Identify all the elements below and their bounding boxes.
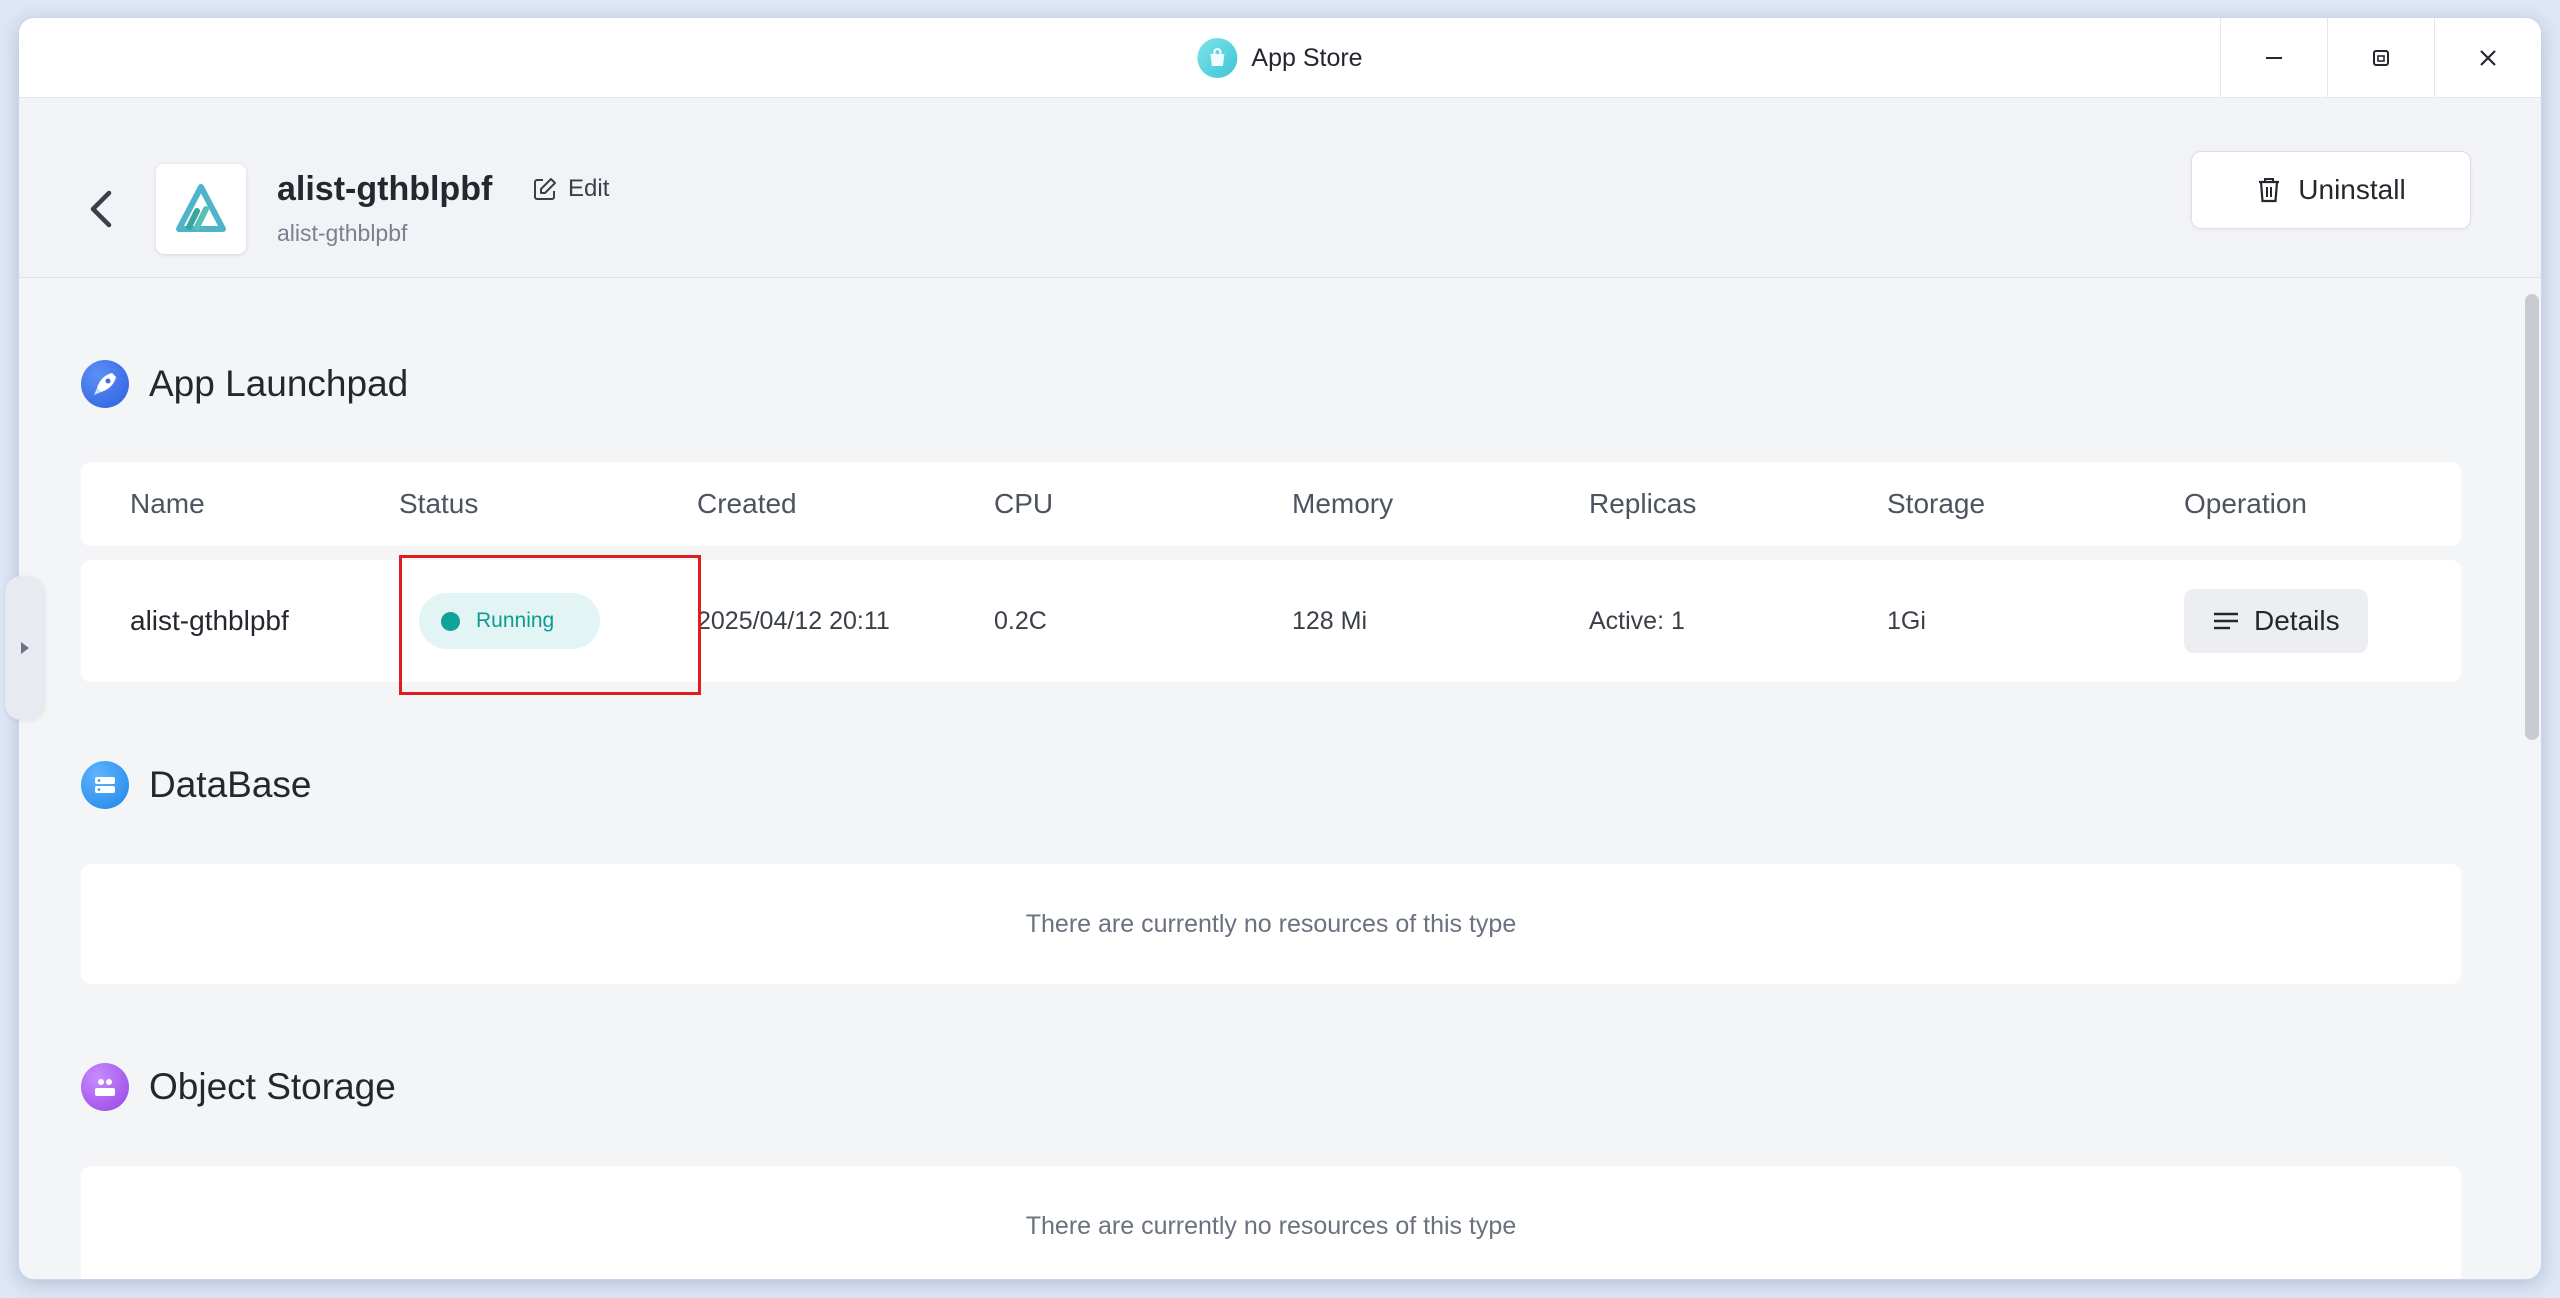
app-store-window: App Store alist-gthblpbf Edit alist-gthb… [18, 17, 2542, 1280]
maximize-button[interactable] [2327, 18, 2434, 98]
database-empty-state: There are currently no resources of this… [81, 864, 2461, 984]
section-object-storage: Object Storage [81, 1063, 396, 1111]
section-app-launchpad: App Launchpad [81, 360, 408, 408]
vertical-scrollbar[interactable] [2525, 294, 2539, 740]
status-highlight-box [399, 555, 701, 695]
edit-label: Edit [568, 175, 610, 202]
operation-cell: Details [2184, 560, 2368, 682]
replicas-cell: Active: 1 [1589, 606, 1685, 635]
edit-button[interactable]: Edit [532, 175, 609, 203]
side-panel-toggle[interactable] [5, 576, 45, 720]
column-header-operation: Operation [2184, 488, 2307, 519]
section-database: DataBase [81, 761, 312, 809]
window-title-group: App Store [1197, 18, 1363, 98]
maximize-icon [2373, 50, 2389, 66]
uninstall-button[interactable]: Uninstall [2191, 151, 2471, 229]
rocket-icon [81, 360, 129, 408]
minimize-button[interactable] [2220, 18, 2327, 98]
database-icon [81, 761, 129, 809]
caret-right-icon [21, 642, 29, 654]
column-header-replicas: Replicas [1589, 488, 1697, 519]
column-header-cpu: CPU [994, 488, 1054, 519]
alist-logo-icon [176, 184, 226, 232]
section-title-app-launchpad: App Launchpad [149, 363, 409, 404]
section-title-object-storage: Object Storage [149, 1066, 396, 1107]
column-header-status: Status [399, 488, 479, 519]
details-label: Details [2254, 605, 2340, 636]
close-icon [2480, 50, 2496, 66]
storage-cell: 1Gi [1887, 606, 1926, 635]
window-controls [2220, 18, 2541, 98]
chevron-left-icon [90, 190, 112, 228]
close-button[interactable] [2434, 18, 2541, 98]
cpu-cell: 0.2C [994, 606, 1047, 635]
main-content: App Launchpad Name Status Created CPU Me… [19, 278, 2541, 1279]
memory-cell: 128 Mi [1292, 606, 1368, 635]
column-header-created: Created [697, 488, 797, 519]
created-cell: 2025/04/12 20:11 [697, 606, 890, 635]
minimize-icon [2266, 57, 2282, 59]
trash-icon [2259, 178, 2280, 203]
section-title-database: DataBase [149, 764, 312, 805]
app-logo [156, 164, 246, 254]
column-header-storage: Storage [1887, 488, 1986, 519]
app-name: alist-gthblpbf [277, 170, 493, 208]
app-detail-header: alist-gthblpbf Edit alist-gthblpbf Unins… [19, 98, 2541, 278]
object-storage-empty-state: There are currently no resources of this… [81, 1166, 2461, 1279]
menu-lines-icon [2214, 612, 2238, 630]
title-bar: App Store [19, 18, 2541, 98]
app-subtitle: alist-gthblpbf [277, 220, 408, 246]
column-header-name: Name [130, 488, 205, 519]
edit-icon [534, 178, 556, 200]
shopping-bag-icon [1197, 38, 1238, 78]
launchpad-table-header: Name Status Created CPU Memory Replicas … [81, 462, 2461, 546]
object-storage-icon [81, 1063, 129, 1111]
app-row-name: alist-gthblpbf [130, 605, 289, 636]
window-title: App Store [1251, 43, 1363, 72]
column-header-memory: Memory [1292, 488, 1394, 519]
back-button[interactable] [81, 184, 121, 234]
details-button[interactable]: Details [2184, 589, 2368, 653]
uninstall-label: Uninstall [2298, 174, 2406, 205]
